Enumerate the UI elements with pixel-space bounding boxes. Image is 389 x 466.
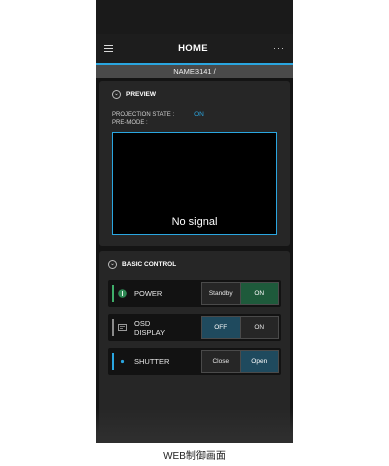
- shutter-close-button[interactable]: Close: [202, 351, 240, 372]
- osd-label-line1: OSD: [134, 318, 151, 328]
- projection-state-value: ON: [194, 111, 204, 118]
- power-on-button[interactable]: ON: [239, 283, 278, 304]
- chevron-down-icon[interactable]: ⌄: [112, 89, 121, 99]
- menu-icon[interactable]: [104, 45, 113, 52]
- osd-icon: [118, 323, 127, 332]
- osd-display-row: OSD DISPLAY OFF ON: [108, 314, 281, 341]
- no-signal-text: No signal: [171, 216, 218, 228]
- shutter-label: SHUTTER: [134, 357, 170, 366]
- osd-toggle: OFF ON: [201, 316, 279, 339]
- page-title: HOME: [178, 43, 208, 54]
- chevron-down-icon[interactable]: ⌄: [108, 259, 117, 269]
- osd-label-line2: DISPLAY: [134, 327, 166, 337]
- projection-state-row: PROJECTION STATE : ON: [112, 110, 277, 119]
- bottom-fade-overlay: [96, 408, 293, 443]
- preview-section: ⌄ PREVIEW PROJECTION STATE : ON PRE-MODE…: [99, 81, 290, 246]
- basic-control-header[interactable]: ⌄ BASIC CONTROL: [108, 258, 281, 270]
- preview-header[interactable]: ⌄ PREVIEW: [112, 88, 277, 100]
- stage: HOME ··· NAME3141 / ⌄ PREVIEW PROJECTION…: [0, 0, 389, 466]
- osd-indicator: [112, 319, 114, 336]
- figure-caption: WEB制御画面: [163, 451, 226, 462]
- basic-control-title: BASIC CONTROL: [122, 260, 177, 268]
- power-toggle: Standby ON: [201, 282, 279, 305]
- preview-screen: No signal: [112, 132, 277, 235]
- status-area: [96, 0, 293, 34]
- osd-off-button[interactable]: OFF: [202, 317, 240, 338]
- shutter-icon: [118, 357, 127, 366]
- shutter-toggle: Close Open: [201, 350, 279, 373]
- preview-title: PREVIEW: [126, 90, 156, 98]
- power-row: POWER Standby ON: [108, 280, 281, 307]
- top-bar: HOME ···: [96, 34, 293, 63]
- osd-on-button[interactable]: ON: [239, 317, 278, 338]
- power-standby-button[interactable]: Standby: [202, 283, 240, 304]
- osd-label: OSD DISPLAY: [134, 319, 183, 337]
- power-label: POWER: [134, 289, 163, 298]
- projection-state-label: PROJECTION STATE :: [112, 111, 175, 118]
- pre-mode-label: PRE-MODE :: [112, 120, 148, 126]
- phone-screen: HOME ··· NAME3141 / ⌄ PREVIEW PROJECTION…: [96, 0, 293, 443]
- power-indicator: [112, 285, 114, 302]
- shutter-indicator: [112, 353, 114, 370]
- shutter-row: SHUTTER Close Open: [108, 348, 281, 375]
- main-content: ⌄ PREVIEW PROJECTION STATE : ON PRE-MODE…: [96, 78, 293, 443]
- more-options-icon[interactable]: ···: [273, 44, 285, 53]
- device-name-bar[interactable]: NAME3141 /: [96, 65, 293, 78]
- shutter-open-button[interactable]: Open: [239, 351, 278, 372]
- power-icon: [118, 289, 127, 298]
